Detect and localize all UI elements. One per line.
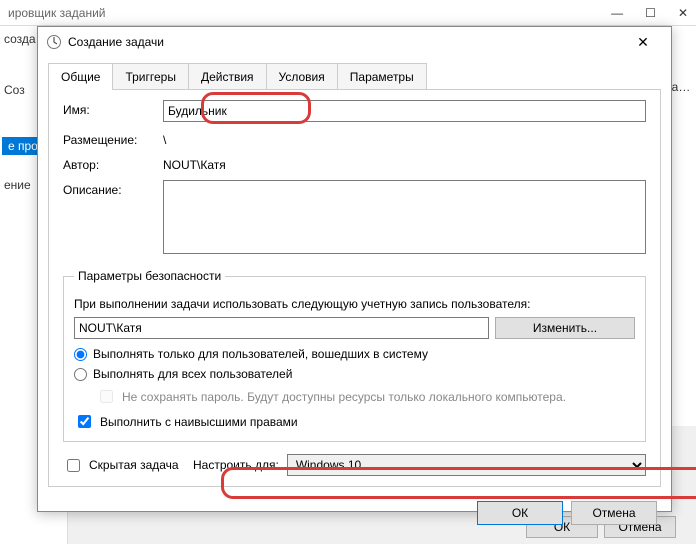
hidden-task-checkbox[interactable]: [67, 459, 80, 472]
label-name: Имя:: [63, 100, 163, 117]
label-author: Автор:: [63, 155, 163, 172]
hidden-task-label: Скрытая задача: [89, 458, 179, 472]
security-legend: Параметры безопасности: [74, 269, 225, 283]
cancel-button[interactable]: Отмена: [571, 501, 657, 525]
tab-content-general: Имя: Размещение: \ Автор: NOUT\Катя Опис…: [48, 89, 661, 487]
account-field[interactable]: [74, 317, 489, 339]
label-location: Размещение:: [63, 130, 163, 147]
name-input[interactable]: [163, 100, 646, 122]
radio-all-users[interactable]: [74, 368, 87, 381]
dialog-close-button[interactable]: ✕: [623, 27, 663, 57]
tab-settings[interactable]: Параметры: [337, 63, 427, 90]
dialog-titlebar: Создание задачи ✕: [38, 27, 671, 57]
radio-all-users-label: Выполнять для всех пользователей: [93, 367, 292, 381]
minimize-icon[interactable]: —: [611, 6, 623, 20]
no-save-password-label: Не сохранять пароль. Будут доступны ресу…: [122, 390, 566, 404]
tab-actions[interactable]: Действия: [188, 63, 267, 90]
create-task-dialog: Создание задачи ✕ Общие Триггеры Действи…: [37, 26, 672, 512]
tab-triggers[interactable]: Триггеры: [112, 63, 189, 90]
label-description: Описание:: [63, 180, 163, 197]
tabstrip: Общие Триггеры Действия Условия Параметр…: [38, 57, 671, 90]
security-fieldset: Параметры безопасности При выполнении за…: [63, 269, 646, 442]
location-value: \: [163, 130, 646, 147]
dialog-button-row: ОК Отмена: [38, 493, 671, 537]
close-icon[interactable]: ✕: [678, 6, 688, 20]
description-input[interactable]: [163, 180, 646, 254]
change-user-button[interactable]: Изменить...: [495, 317, 635, 339]
ok-button[interactable]: ОК: [477, 501, 563, 525]
maximize-icon[interactable]: ☐: [645, 6, 656, 20]
parent-window-titlebar: ировщик заданий — ☐ ✕: [0, 0, 696, 26]
tab-general[interactable]: Общие: [48, 63, 113, 90]
radio-logged-on-label: Выполнять только для пользователей, воше…: [93, 347, 428, 361]
tab-conditions[interactable]: Условия: [266, 63, 338, 90]
highest-privileges-checkbox[interactable]: [78, 415, 91, 428]
radio-logged-on[interactable]: [74, 348, 87, 361]
run-as-label: При выполнении задачи использовать следу…: [74, 297, 635, 311]
task-scheduler-icon: [46, 34, 62, 50]
highest-privileges-label: Выполнить с наивысшими правами: [100, 415, 298, 429]
author-value: NOUT\Катя: [163, 155, 646, 172]
parent-window-controls: — ☐ ✕: [611, 6, 688, 20]
configure-for-label: Настроить для:: [193, 458, 279, 472]
configure-for-select[interactable]: Windows 10: [287, 454, 646, 476]
parent-window-title: ировщик заданий: [8, 6, 105, 20]
no-save-password-checkbox: [100, 390, 113, 403]
dialog-title: Создание задачи: [68, 35, 623, 49]
